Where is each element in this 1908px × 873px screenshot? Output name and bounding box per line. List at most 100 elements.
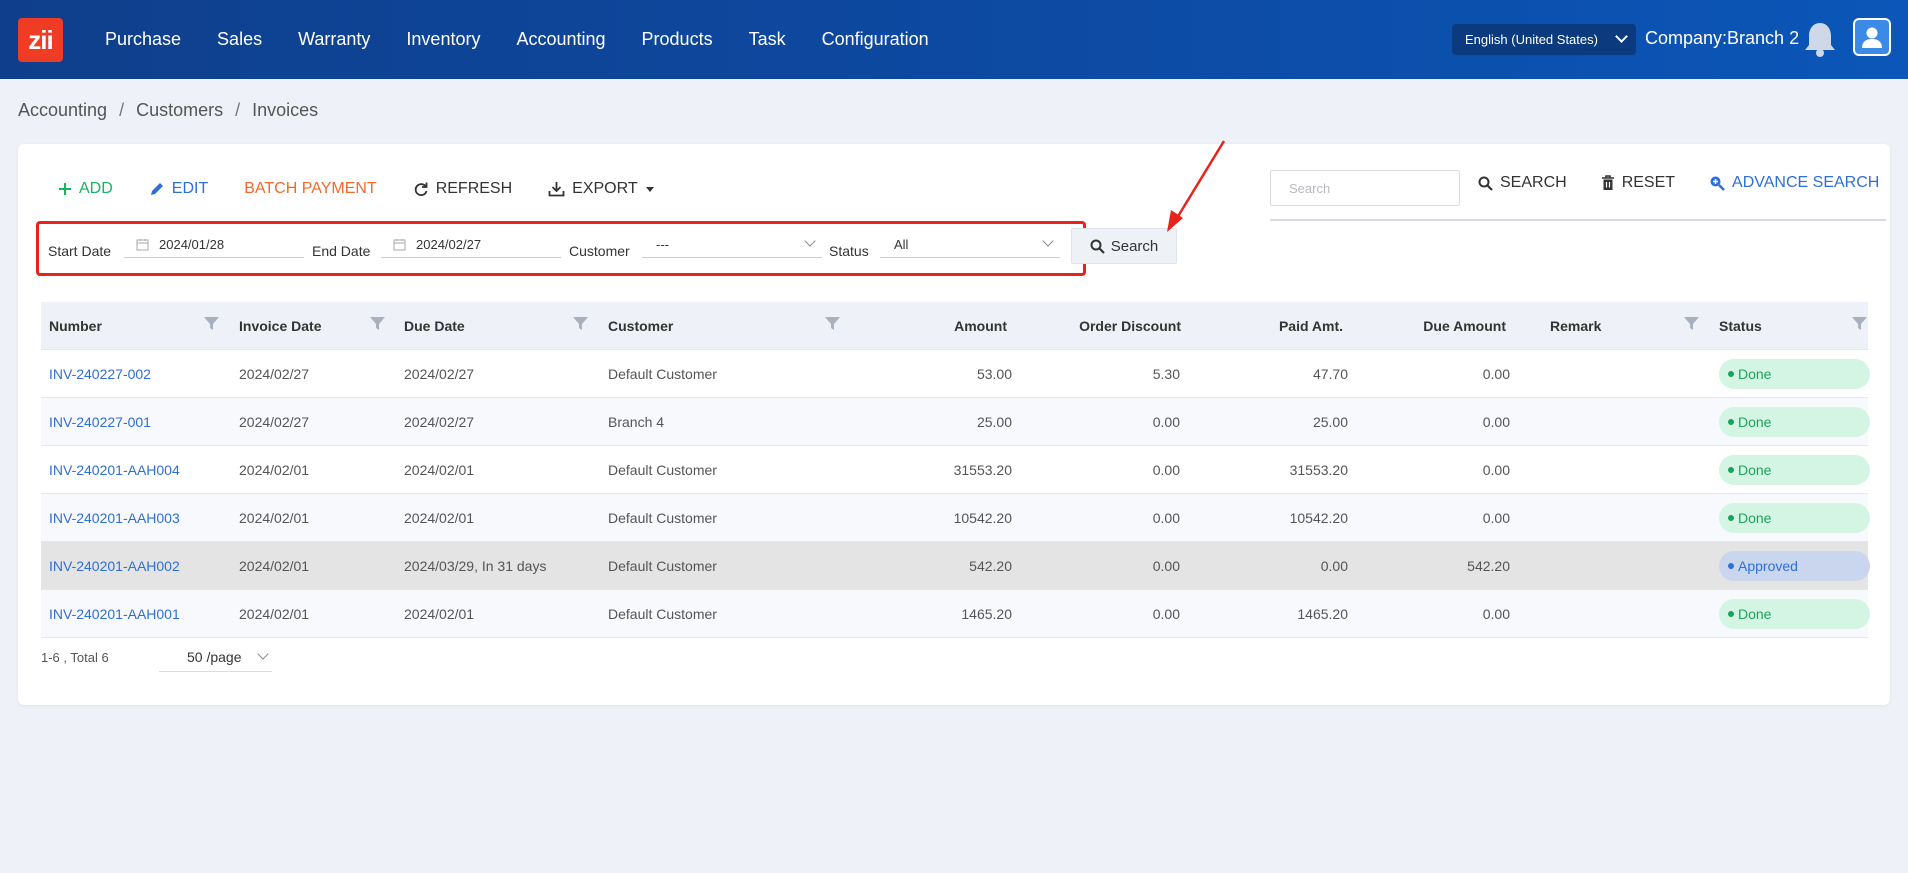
nav-item-inventory[interactable]: Inventory <box>406 29 480 50</box>
customer-cell: Default Customer <box>608 557 717 574</box>
bell-icon[interactable] <box>1803 20 1837 58</box>
filter-icon[interactable] <box>1852 317 1867 330</box>
table-row[interactable]: INV-240227-002 2024/02/27 2024/02/27 Def… <box>41 350 1870 398</box>
invoice-date-cell: 2024/02/01 <box>239 461 310 478</box>
filter-icon[interactable] <box>825 317 840 330</box>
breadcrumb-item-accounting[interactable]: Accounting <box>18 100 107 121</box>
edit-button-label: EDIT <box>171 180 209 197</box>
pagination: 1-6 , Total 6 50 /page <box>41 648 272 672</box>
refresh-icon <box>413 181 429 197</box>
order-discount-cell: 0.00 <box>1152 461 1180 478</box>
status-select[interactable]: All <box>880 231 1060 258</box>
invoice-date-cell: 2024/02/01 <box>239 605 310 622</box>
page-size-select[interactable]: 50 /page <box>159 642 272 672</box>
filter-icon[interactable] <box>204 317 219 330</box>
invoice-date-cell: 2024/02/01 <box>239 557 310 574</box>
advance-search-button[interactable]: ADVANCE SEARCH <box>1709 174 1879 192</box>
paid-amount-cell: 25.00 <box>1312 413 1348 430</box>
invoice-number-link[interactable]: INV-240201-AAH002 <box>49 558 180 574</box>
refresh-button[interactable]: REFRESH <box>413 180 512 198</box>
nav-item-sales[interactable]: Sales <box>217 29 262 50</box>
language-select[interactable]: English (United States) <box>1452 24 1636 55</box>
start-date-field[interactable]: 2024/01/28 <box>124 231 304 258</box>
invoices-card: ADD EDIT BATCH PAYMENT REFRESH EXPORT Se… <box>18 144 1890 705</box>
status-badge: Done <box>1719 503 1870 533</box>
column-header-remark[interactable]: Remark <box>1550 318 1601 334</box>
customer-cell: Default Customer <box>608 605 717 622</box>
invoice-number-link[interactable]: INV-240201-AAH003 <box>49 510 180 526</box>
customer-select[interactable]: --- <box>642 231 822 258</box>
column-header-due-date[interactable]: Due Date <box>404 318 465 334</box>
reset-button[interactable]: RESET <box>1601 174 1675 192</box>
paid-amount-cell: 10542.20 <box>1289 509 1348 526</box>
add-button-label: ADD <box>79 180 113 197</box>
invoice-number-link[interactable]: INV-240201-AAH001 <box>49 606 180 622</box>
search-input[interactable] <box>1270 170 1460 206</box>
column-header-paid-amount[interactable]: Paid Amt. <box>1279 318 1343 334</box>
filter-icon[interactable] <box>370 317 385 330</box>
breadcrumb-separator: / <box>119 100 125 120</box>
nav-item-configuration[interactable]: Configuration <box>822 29 929 50</box>
batch-payment-button[interactable]: BATCH PAYMENT <box>244 180 376 198</box>
customer-cell: Default Customer <box>608 509 717 526</box>
filter-icon[interactable] <box>573 317 588 330</box>
column-header-invoice-date[interactable]: Invoice Date <box>239 318 321 334</box>
filter-search-button[interactable]: Search <box>1071 228 1177 264</box>
column-header-due-amount[interactable]: Due Amount <box>1423 318 1506 334</box>
status-badge: Done <box>1719 407 1870 437</box>
main-menu: Purchase Sales Warranty Inventory Accoun… <box>105 0 965 79</box>
column-header-customer[interactable]: Customer <box>608 318 673 334</box>
invoice-number-link[interactable]: INV-240227-001 <box>49 414 151 430</box>
add-button[interactable]: ADD <box>58 180 113 198</box>
table-row[interactable]: INV-240201-AAH002 2024/02/01 2024/03/29,… <box>41 542 1870 590</box>
due-date-cell: 2024/02/27 <box>404 365 475 382</box>
user-avatar[interactable] <box>1853 18 1891 56</box>
status-badge: Done <box>1719 359 1870 389</box>
nav-item-products[interactable]: Products <box>642 29 713 50</box>
invoice-number-link[interactable]: INV-240201-AAH004 <box>49 462 180 478</box>
filter-icon[interactable] <box>1684 317 1699 330</box>
table-row[interactable]: INV-240201-AAH001 2024/02/01 2024/02/01 … <box>41 590 1870 638</box>
table-row[interactable]: INV-240227-001 2024/02/27 2024/02/27 Bra… <box>41 398 1870 446</box>
company-label[interactable]: Company:Branch 2 <box>1645 28 1799 49</box>
breadcrumb-separator: / <box>235 100 241 120</box>
column-header-number[interactable]: Number <box>49 318 102 334</box>
nav-item-task[interactable]: Task <box>749 29 786 50</box>
breadcrumb-item-customers[interactable]: Customers <box>136 100 223 121</box>
search-plus-icon <box>1709 175 1725 191</box>
status-label: Status <box>829 243 869 259</box>
chevron-down-icon <box>257 648 269 660</box>
order-discount-cell: 5.30 <box>1152 365 1180 382</box>
plus-icon <box>58 182 72 196</box>
app-logo[interactable]: zii <box>18 18 63 62</box>
due-date-cell: 2024/02/01 <box>404 509 475 526</box>
reset-button-label: RESET <box>1621 174 1676 191</box>
status-badge-label: Done <box>1738 414 1772 430</box>
search-button[interactable]: SEARCH <box>1478 174 1567 192</box>
due-date-cell: 2024/02/01 <box>404 605 475 622</box>
due-date-cell: 2024/02/01 <box>404 461 475 478</box>
invoice-date-cell: 2024/02/27 <box>239 413 310 430</box>
table-row[interactable]: INV-240201-AAH003 2024/02/01 2024/02/01 … <box>41 494 1870 542</box>
column-header-status[interactable]: Status <box>1719 318 1762 334</box>
column-header-order-discount[interactable]: Order Discount <box>1079 318 1181 334</box>
export-dropdown[interactable]: EXPORT <box>548 180 654 198</box>
due-amount-cell: 0.00 <box>1482 461 1510 478</box>
due-date-cell: 2024/03/29, In 31 days <box>404 557 547 574</box>
invoice-number-link[interactable]: INV-240227-002 <box>49 366 151 382</box>
nav-item-accounting[interactable]: Accounting <box>516 29 605 50</box>
batch-payment-label: BATCH PAYMENT <box>244 180 377 197</box>
search-button-label: SEARCH <box>1500 174 1567 191</box>
status-dot <box>1728 611 1734 617</box>
table-row[interactable]: INV-240201-AAH004 2024/02/01 2024/02/01 … <box>41 446 1870 494</box>
amount-cell: 31553.20 <box>953 461 1012 478</box>
order-discount-cell: 0.00 <box>1152 413 1180 430</box>
end-date-field[interactable]: 2024/02/27 <box>381 231 561 258</box>
status-dot <box>1728 467 1734 473</box>
edit-button[interactable]: EDIT <box>149 180 208 198</box>
nav-item-warranty[interactable]: Warranty <box>298 29 370 50</box>
filter-search-label: Search <box>1110 237 1159 255</box>
refresh-button-label: REFRESH <box>435 180 513 197</box>
column-header-amount[interactable]: Amount <box>954 318 1007 334</box>
nav-item-purchase[interactable]: Purchase <box>105 29 181 50</box>
